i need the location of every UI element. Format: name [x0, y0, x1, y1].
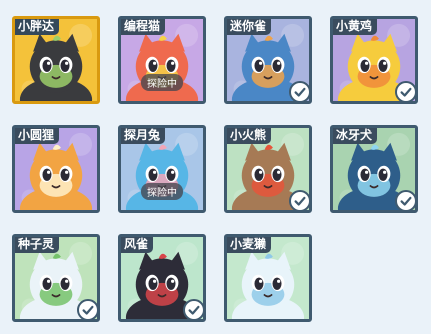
pet-card[interactable]: 小麦獭	[224, 234, 312, 322]
exploring-badge: 探险中	[141, 74, 183, 91]
pet-name-label: 风雀	[121, 237, 154, 253]
pet-name-label: 小胖达	[15, 19, 60, 35]
pet-card[interactable]: 小火熊	[224, 125, 312, 213]
pet-name-label: 迷你雀	[227, 19, 272, 35]
pet-name-label: 编程猫	[121, 19, 166, 35]
pet-card[interactable]: 迷你雀	[224, 16, 312, 104]
pet-name-label: 探月兔	[121, 128, 166, 144]
pet-card[interactable]: 小圆狸	[12, 125, 100, 213]
checkmark-icon	[77, 299, 97, 319]
pet-card[interactable]: 种子灵	[12, 234, 100, 322]
pet-card[interactable]: 编程猫探险中	[118, 16, 206, 104]
pet-card[interactable]: 小黄鸡	[330, 16, 418, 104]
pet-name-label: 小圆狸	[15, 128, 60, 144]
pet-card[interactable]: 小胖达	[12, 16, 100, 104]
checkmark-icon	[395, 81, 415, 101]
pet-grid: 小胖达 编程猫 探险中 迷你雀 小黄鸡 小圆狸 探月兔 探险中 小火熊 冰牙犬 …	[0, 0, 431, 334]
pet-name-label: 小黄鸡	[333, 19, 378, 35]
pet-card[interactable]: 风雀	[118, 234, 206, 322]
pet-name-label: 小麦獭	[227, 237, 272, 253]
pet-card[interactable]: 冰牙犬	[330, 125, 418, 213]
pet-card[interactable]: 探月兔探险中	[118, 125, 206, 213]
pet-name-label: 冰牙犬	[333, 128, 378, 144]
exploring-badge: 探险中	[141, 183, 183, 200]
checkmark-icon	[183, 299, 203, 319]
pet-name-label: 种子灵	[15, 237, 60, 253]
checkmark-icon	[395, 190, 415, 210]
pet-name-label: 小火熊	[227, 128, 272, 144]
checkmark-icon	[289, 190, 309, 210]
checkmark-icon	[289, 81, 309, 101]
